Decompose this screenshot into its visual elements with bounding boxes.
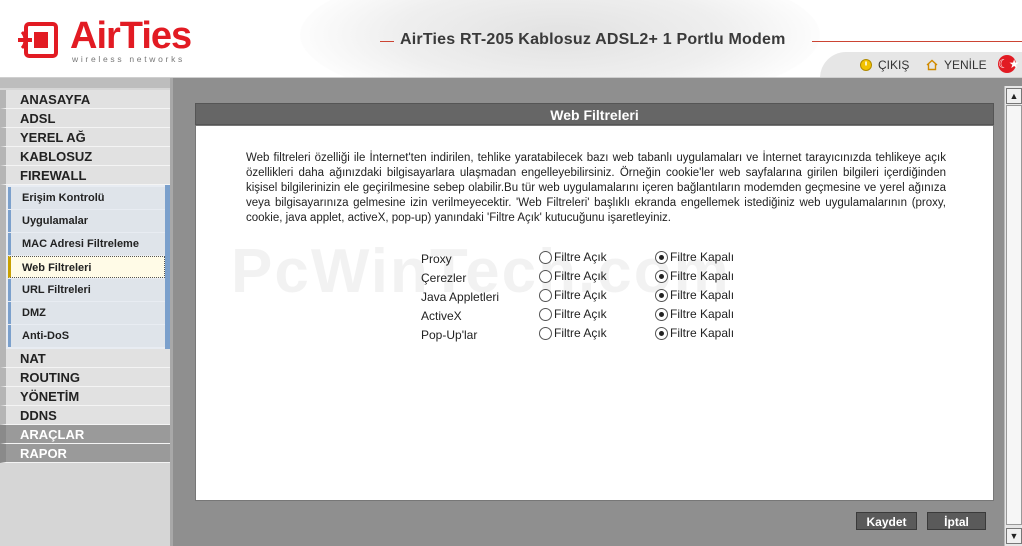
brand-tagline: wireless networks	[72, 54, 185, 64]
radio-icon[interactable]	[539, 269, 552, 283]
refresh-link[interactable]: YENİLE	[926, 58, 987, 72]
page-title: Web Filtreleri	[195, 103, 994, 125]
header-divider-left	[380, 41, 394, 42]
filter-row-popup: Pop-Up'lar Filtre Açık Filtre Kapalı	[421, 326, 981, 345]
sub-anti-dos[interactable]: Anti-DoS	[8, 325, 165, 347]
sidebar-top-bar	[0, 78, 170, 88]
option-label: Filtre Kapalı	[670, 307, 735, 321]
option-label: Filtre Kapalı	[670, 288, 735, 302]
vertical-scrollbar[interactable]: ▲ ▼	[1004, 86, 1022, 546]
scroll-thumb[interactable]	[1006, 105, 1022, 525]
filter-on-option[interactable]: Filtre Açık	[539, 269, 607, 283]
filter-off-option[interactable]: Filtre Kapalı	[655, 307, 734, 321]
filter-label: Proxy	[421, 252, 452, 266]
app-window: AirTies wireless networks AirTies RT-205…	[0, 0, 1022, 546]
filter-off-option[interactable]: Filtre Kapalı	[655, 269, 734, 283]
sub-uygulamalar[interactable]: Uygulamalar	[8, 210, 165, 232]
filter-row-activex: ActiveX Filtre Açık Filtre Kapalı	[421, 307, 981, 326]
sub-web-filtreleri[interactable]: Web Filtreleri	[8, 256, 165, 278]
option-label: Filtre Açık	[554, 250, 607, 264]
filter-on-option[interactable]: Filtre Açık	[539, 326, 607, 340]
radio-icon[interactable]	[655, 250, 668, 264]
nav-anasayfa[interactable]: ANASAYFA	[0, 90, 170, 109]
filter-row-cerezler: Çerezler Filtre Açık Filtre Kapalı	[421, 269, 981, 288]
filter-on-option[interactable]: Filtre Açık	[539, 288, 607, 302]
filter-row-java: Java Appletleri Filtre Açık Filtre Kapal…	[421, 288, 981, 307]
radio-icon[interactable]	[539, 250, 552, 264]
filter-label: Pop-Up'lar	[421, 328, 478, 342]
cancel-button[interactable]: İptal	[927, 512, 986, 530]
option-label: Filtre Açık	[554, 269, 607, 283]
home-icon	[926, 59, 938, 71]
model-title: AirTies RT-205 Kablosuz ADSL2+ 1 Portlu …	[400, 31, 786, 48]
nav-yonetim[interactable]: YÖNETİM	[0, 387, 170, 406]
refresh-label: YENİLE	[944, 58, 987, 72]
radio-icon[interactable]	[539, 288, 552, 302]
filter-off-option[interactable]: Filtre Kapalı	[655, 326, 734, 340]
sub-url-filtreleri[interactable]: URL Filtreleri	[8, 279, 165, 301]
airties-logo-icon	[18, 22, 58, 58]
filter-label: ActiveX	[421, 309, 462, 323]
radio-icon[interactable]	[655, 307, 668, 321]
sub-mac-filtreleme[interactable]: MAC Adresi Filtreleme	[8, 233, 165, 255]
save-button[interactable]: Kaydet	[856, 512, 917, 530]
nav-firewall[interactable]: FIREWALL	[0, 166, 170, 185]
sub-dmz[interactable]: DMZ	[8, 302, 165, 324]
option-label: Filtre Kapalı	[670, 269, 735, 283]
brand-name: AirTies	[70, 15, 192, 57]
sub-erisim-kontrolu[interactable]: Erişim Kontrolü	[8, 187, 165, 209]
turkish-flag-icon[interactable]: ☾★	[998, 55, 1020, 73]
option-label: Filtre Açık	[554, 326, 607, 340]
nav-araclar[interactable]: ARAÇLAR	[0, 425, 170, 444]
airties-logo: AirTies wireless networks	[14, 14, 204, 66]
filter-off-option[interactable]: Filtre Kapalı	[655, 250, 734, 264]
option-label: Filtre Açık	[554, 307, 607, 321]
filter-off-option[interactable]: Filtre Kapalı	[655, 288, 734, 302]
firewall-submenu: Erişim Kontrolü Uygulamalar MAC Adresi F…	[0, 185, 170, 349]
nav-adsl[interactable]: ADSL	[0, 109, 170, 128]
logout-label: ÇIKIŞ	[878, 58, 910, 72]
radio-icon[interactable]	[655, 326, 668, 340]
radio-icon[interactable]	[539, 326, 552, 340]
nav-yerel-ag[interactable]: YEREL AĞ	[0, 128, 170, 147]
radio-icon[interactable]	[539, 307, 552, 321]
option-label: Filtre Kapalı	[670, 250, 735, 264]
nav-ddns[interactable]: DDNS	[0, 406, 170, 425]
scroll-up-icon[interactable]: ▲	[1006, 88, 1022, 104]
header-divider-right	[812, 41, 1022, 42]
logout-link[interactable]: ÇIKIŞ	[860, 58, 909, 72]
header-toolbar	[820, 52, 1022, 77]
radio-icon[interactable]	[655, 288, 668, 302]
filter-label: Çerezler	[421, 271, 467, 285]
nav-nat[interactable]: NAT	[0, 349, 170, 368]
filter-on-option[interactable]: Filtre Açık	[539, 250, 607, 264]
option-label: Filtre Açık	[554, 288, 607, 302]
nav-rapor[interactable]: RAPOR	[0, 444, 170, 463]
filter-on-option[interactable]: Filtre Açık	[539, 307, 607, 321]
header: AirTies wireless networks AirTies RT-205…	[0, 0, 1022, 78]
sidebar: ANASAYFA ADSL YEREL AĞ KABLOSUZ FIREWALL…	[0, 78, 173, 546]
nav-routing[interactable]: ROUTING	[0, 368, 170, 387]
page-description: Web filtreleri özelliği ile İnternet'ten…	[246, 152, 946, 224]
nav-kablosuz[interactable]: KABLOSUZ	[0, 147, 170, 166]
filter-label: Java Appletleri	[421, 290, 500, 304]
radio-icon[interactable]	[655, 269, 668, 283]
option-label: Filtre Kapalı	[670, 326, 735, 340]
main-content: Web Filtreleri Web filtreleri özelliği i…	[180, 86, 1002, 546]
filter-row-proxy: Proxy Filtre Açık Filtre Kapalı	[421, 250, 981, 269]
logout-icon	[860, 59, 872, 71]
scroll-down-icon[interactable]: ▼	[1006, 528, 1022, 544]
filter-panel: Web filtreleri özelliği ile İnternet'ten…	[195, 125, 994, 501]
